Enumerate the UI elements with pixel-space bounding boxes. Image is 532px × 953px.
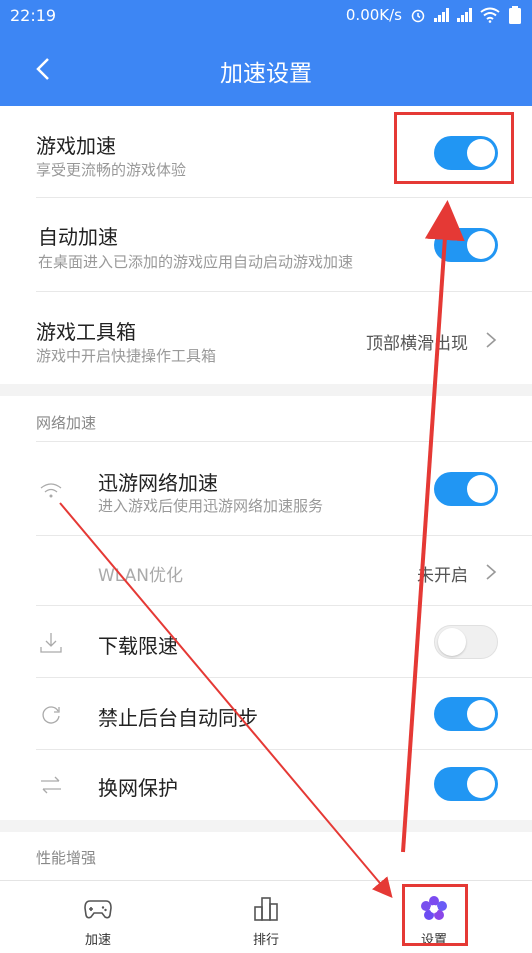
gamepad-icon	[84, 900, 112, 919]
setting-network-protect[interactable]: 换网保护	[0, 750, 532, 820]
signal-icon	[434, 8, 449, 22]
battery-icon	[509, 6, 521, 24]
setting-download-limit[interactable]: 下载限速	[0, 606, 532, 678]
nav-label: 排行	[252, 933, 279, 948]
status-bar: 22:19 0.00K/s	[0, 0, 532, 32]
toggle-knob	[467, 475, 495, 503]
section-gap	[0, 820, 532, 832]
nav-accelerate[interactable]: 加速	[38, 881, 158, 953]
setting-title: 自动加速	[38, 225, 118, 249]
section-label: 网络加速	[36, 414, 97, 432]
alarm-icon	[411, 9, 425, 23]
setting-game-toolbox[interactable]: 游戏工具箱 游戏中开启快捷操作工具箱 顶部横滑出现	[0, 292, 532, 384]
setting-title: WLAN优化	[98, 566, 184, 586]
status-time: 22:19	[10, 6, 57, 25]
sync-icon	[42, 706, 60, 724]
section-label: 性能增强	[36, 849, 97, 867]
setting-title: 下载限速	[98, 634, 178, 658]
setting-subtitle: 享受更流畅的游戏体验	[36, 161, 187, 179]
setting-disable-bg-sync[interactable]: 禁止后台自动同步	[0, 678, 532, 750]
signal-icon-2	[457, 8, 472, 22]
wifi-icon	[40, 483, 62, 498]
net-protect-toggle[interactable]	[434, 767, 498, 801]
section-header-network: 网络加速	[0, 396, 532, 442]
annotation-box-toggle	[394, 112, 514, 184]
download-limit-toggle[interactable]	[434, 625, 498, 659]
setting-title: 迅游网络加速	[98, 471, 218, 495]
setting-title: 禁止后台自动同步	[98, 706, 258, 730]
ranking-icon	[254, 897, 278, 921]
bg-sync-toggle[interactable]	[434, 697, 498, 731]
setting-subtitle: 在桌面进入已添加的游戏应用自动启动游戏加速	[38, 253, 354, 271]
app-bar: 加速设置	[0, 32, 532, 106]
nav-label: 加速	[84, 933, 111, 948]
toggle-knob	[438, 628, 466, 656]
status-icons: 0.00K/s	[346, 6, 522, 24]
swap-arrows-icon	[41, 776, 61, 794]
toggle-knob	[467, 770, 495, 798]
toolbox-value: 顶部横滑出现	[366, 334, 468, 354]
annotation-box-settings	[402, 884, 468, 946]
section-header-performance: 性能增强	[0, 832, 532, 880]
network-speed: 0.00K/s	[345, 6, 402, 24]
download-icon	[40, 633, 62, 653]
setting-wlan-optimize[interactable]: WLAN优化 未开启	[0, 536, 532, 606]
auto-accel-toggle[interactable]	[434, 228, 498, 262]
setting-title: 游戏工具箱	[36, 320, 136, 344]
chevron-right-icon	[486, 564, 497, 580]
wifi-icon	[480, 7, 500, 23]
nav-ranking[interactable]: 排行	[206, 881, 326, 953]
toggle-knob	[467, 700, 495, 728]
xunyou-accel-toggle[interactable]	[434, 472, 498, 506]
setting-title: 换网保护	[98, 776, 178, 800]
wlan-value: 未开启	[417, 566, 468, 586]
chevron-right-icon	[486, 332, 497, 348]
page-title: 加速设置	[220, 61, 312, 87]
setting-xunyou-accel[interactable]: 迅游网络加速 进入游戏后使用迅游网络加速服务	[0, 442, 532, 536]
section-gap	[0, 384, 532, 396]
toggle-knob	[467, 231, 495, 259]
setting-subtitle: 进入游戏后使用迅游网络加速服务	[98, 497, 324, 515]
setting-title: 游戏加速	[36, 134, 116, 158]
setting-subtitle: 游戏中开启快捷操作工具箱	[36, 347, 217, 365]
setting-auto-accel[interactable]: 自动加速 在桌面进入已添加的游戏应用自动启动游戏加速	[0, 198, 532, 292]
